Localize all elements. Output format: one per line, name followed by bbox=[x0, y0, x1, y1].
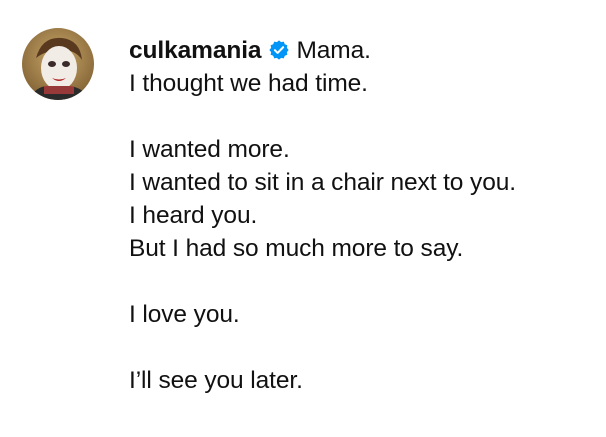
caption-line: I heard you. bbox=[129, 202, 258, 229]
username-link[interactable]: culkamania bbox=[129, 37, 262, 64]
caption-line: But I had so much more to say. bbox=[129, 235, 464, 262]
verified-badge-icon bbox=[268, 39, 290, 61]
caption-line: I wanted more. bbox=[129, 136, 290, 163]
caption-line: Mama. bbox=[296, 37, 371, 64]
caption-line: I thought we had time. bbox=[129, 70, 368, 97]
caption-first-line: culkamania Mama. bbox=[129, 34, 599, 67]
avatar[interactable] bbox=[22, 28, 94, 100]
caption-line: I’ll see you later. bbox=[129, 367, 303, 394]
caption-line: I love you. bbox=[129, 301, 240, 328]
caption-line: I wanted to sit in a chair next to you. bbox=[129, 169, 516, 196]
post-caption: culkamania Mama. I thought we had time. I… bbox=[0, 0, 606, 437]
avatar-image bbox=[22, 28, 94, 100]
caption-body: culkamania Mama. I thought we had time. I… bbox=[129, 34, 599, 397]
